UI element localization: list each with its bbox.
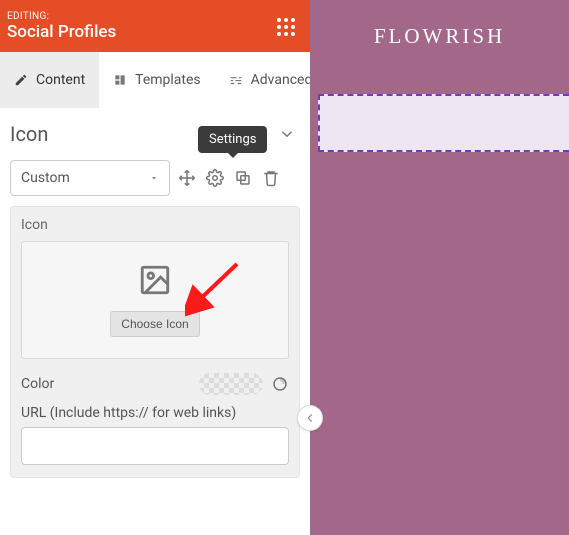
color-controls (199, 373, 289, 395)
pencil-icon (14, 73, 28, 87)
duplicate-button[interactable] (232, 167, 254, 189)
color-swatch[interactable] (199, 373, 263, 395)
sliders-icon (229, 73, 243, 87)
tooltip-text: Settings (209, 132, 256, 147)
tab-label: Content (36, 72, 85, 88)
icon-well[interactable]: Choose Icon (21, 241, 289, 359)
choose-icon-button[interactable]: Choose Icon (110, 311, 199, 337)
tab-bar: Content Templates Advanced (0, 52, 310, 108)
image-placeholder-icon (138, 263, 172, 297)
tooltip-settings: Settings (198, 126, 267, 153)
drag-handle-icon[interactable] (274, 15, 298, 39)
collapse-panel-button[interactable] (298, 406, 322, 430)
url-input[interactable] (21, 427, 289, 465)
panel-header-text: EDITING: Social Profiles (7, 11, 116, 42)
settings-button[interactable] (204, 167, 226, 189)
drop-slot[interactable] (318, 94, 569, 152)
color-row: Color (21, 373, 289, 395)
tab-templates[interactable]: Templates (99, 52, 215, 108)
icon-type-select[interactable]: Custom (10, 160, 170, 196)
tab-content[interactable]: Content (0, 52, 99, 108)
icon-card: Icon Choose Icon Color URL (Include http… (10, 206, 300, 478)
move-button[interactable] (176, 167, 198, 189)
chevron-down-icon (278, 125, 296, 143)
icon-label: Icon (21, 217, 289, 233)
caret-down-icon (149, 173, 159, 183)
templates-icon (113, 73, 127, 87)
editing-label: EDITING: (7, 11, 116, 22)
panel-header: EDITING: Social Profiles (0, 0, 310, 52)
app-root: EDITING: Social Profiles Content Templat… (0, 0, 569, 535)
panel-title: Social Profiles (7, 22, 116, 42)
color-label: Color (21, 376, 54, 392)
editor-panel: EDITING: Social Profiles Content Templat… (0, 0, 310, 535)
section-title: Icon (10, 122, 48, 146)
tab-label: Templates (135, 72, 201, 88)
url-label: URL (Include https:// for web links) (21, 405, 289, 421)
brand-wordmark: FLOWRISH (310, 24, 569, 49)
delete-button[interactable] (260, 167, 282, 189)
tab-label: Advanced (251, 72, 313, 88)
preview-canvas: FLOWRISH (310, 0, 569, 535)
item-toolbar: Settings Custom (0, 152, 310, 206)
select-value: Custom (21, 170, 70, 186)
color-picker-icon[interactable] (271, 375, 289, 393)
